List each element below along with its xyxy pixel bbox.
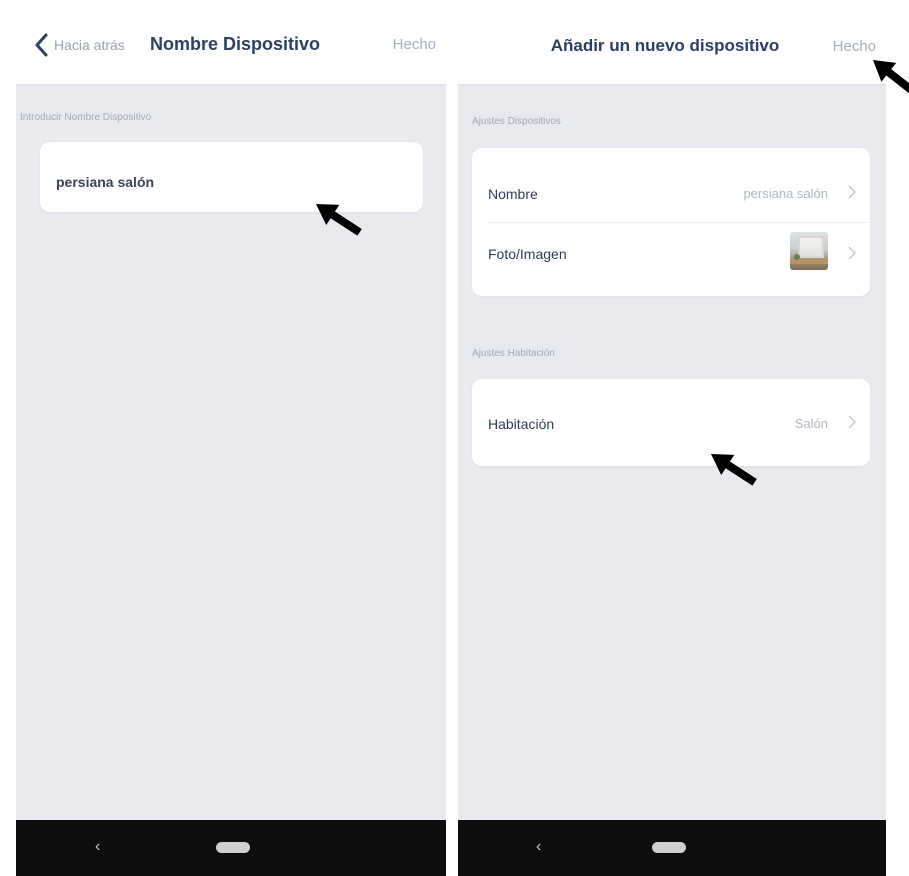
back-button[interactable]: Hacia atrás bbox=[34, 30, 125, 60]
section-label-device-name: Introducir Nombre Dispositivo bbox=[20, 112, 152, 123]
chevron-left-icon bbox=[34, 33, 48, 57]
chevron-right-icon bbox=[848, 415, 857, 434]
chevron-right-icon bbox=[848, 246, 857, 265]
system-navigation-bar: ‹ bbox=[458, 820, 886, 876]
window-photo-thumbnail-icon bbox=[790, 232, 828, 270]
device-settings-card: Nombre persiana salón Foto/Imagen bbox=[472, 148, 870, 296]
system-back-button[interactable]: ‹ bbox=[536, 838, 541, 856]
page-title: Nombre Dispositivo bbox=[150, 34, 321, 54]
row-label: Nombre bbox=[488, 186, 538, 202]
navigation-bar: Hacia atrás Nombre Dispositivo Hecho bbox=[16, 0, 446, 84]
system-home-button[interactable] bbox=[216, 842, 250, 853]
row-value: persiana salón bbox=[743, 186, 828, 201]
done-button[interactable]: Hecho bbox=[393, 36, 436, 53]
navigation-bar: Añadir un nuevo dispositivo Hecho bbox=[458, 0, 886, 84]
row-device-name[interactable]: Nombre persiana salón bbox=[472, 148, 870, 222]
back-label: Hacia atrás bbox=[54, 37, 125, 53]
done-button[interactable]: Hecho bbox=[833, 38, 876, 55]
row-label: Foto/Imagen bbox=[488, 246, 567, 262]
section-label-room-settings: Ajustes Habitación bbox=[472, 348, 555, 359]
add-device-screen: Añadir un nuevo dispositivo Hecho Ajuste… bbox=[458, 0, 886, 876]
row-label: Habitación bbox=[488, 416, 555, 432]
system-back-button[interactable]: ‹ bbox=[95, 838, 100, 856]
system-home-button[interactable] bbox=[652, 842, 686, 853]
device-name-input[interactable] bbox=[56, 174, 407, 190]
room-settings-card: Habitación Salón bbox=[472, 379, 870, 466]
arrow-icon bbox=[711, 454, 757, 486]
arrow-icon bbox=[873, 60, 909, 96]
chevron-right-icon bbox=[848, 185, 857, 204]
section-label-device-settings: Ajustes Dispositivos bbox=[472, 116, 561, 127]
row-photo[interactable]: Foto/Imagen bbox=[472, 222, 870, 296]
arrow-icon bbox=[316, 204, 362, 236]
system-navigation-bar: ‹ bbox=[16, 820, 446, 876]
row-value: Salón bbox=[794, 416, 828, 431]
row-room[interactable]: Habitación Salón bbox=[472, 379, 870, 466]
device-name-screen: Hacia atrás Nombre Dispositivo Hecho Int… bbox=[16, 0, 446, 876]
page-title: Añadir un nuevo dispositivo bbox=[550, 36, 780, 55]
